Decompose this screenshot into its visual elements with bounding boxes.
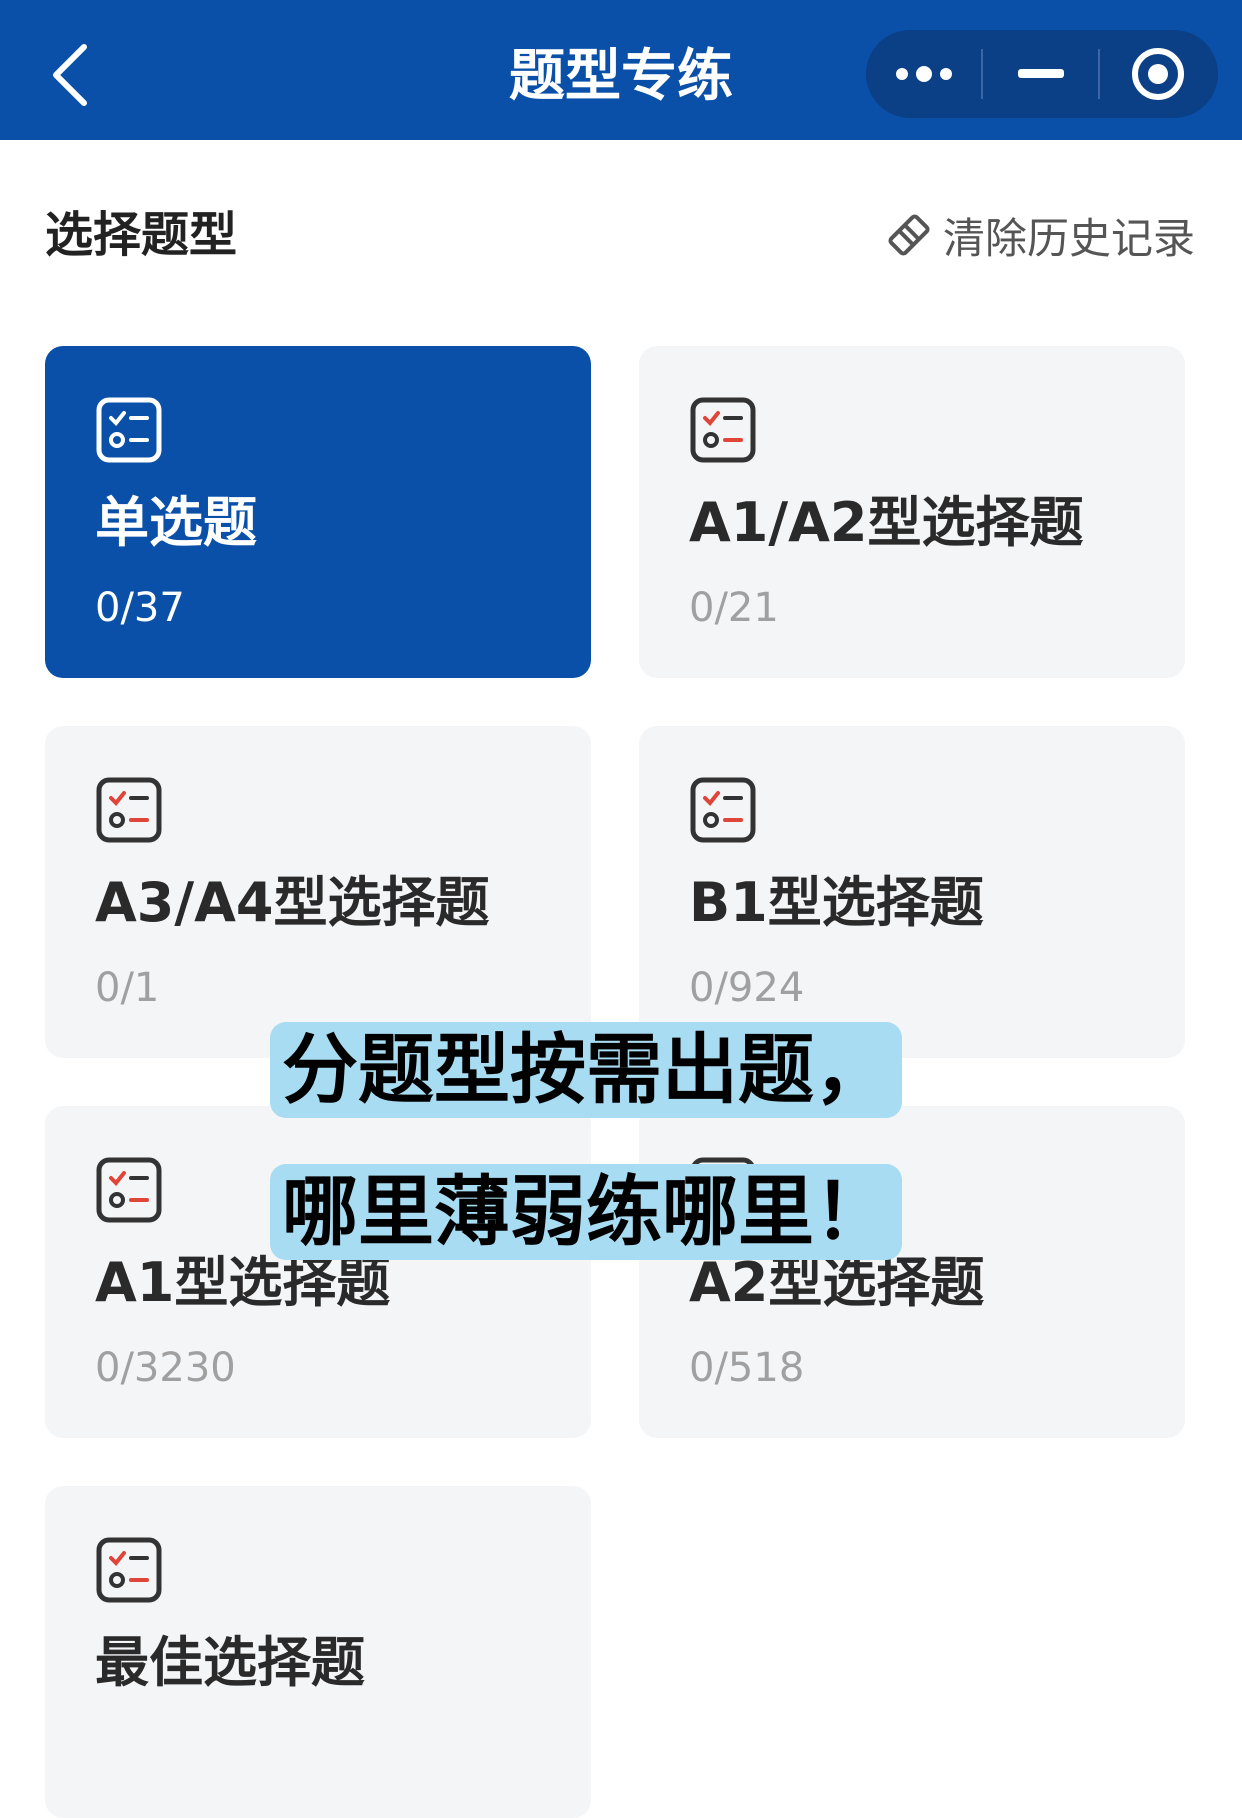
card-title: B1型选择题 <box>689 871 984 934</box>
more-button[interactable] <box>866 30 981 118</box>
card-title: 单选题 <box>95 491 257 554</box>
section-header: 选择题型 清除历史记录 <box>45 200 1195 270</box>
card-progress-count: 0/3230 <box>95 1345 236 1391</box>
checklist-icon <box>690 397 756 463</box>
question-type-card-single-choice[interactable]: 单选题 0/37 <box>45 346 591 678</box>
top-navigation-bar: 题型专练 <box>0 0 1242 140</box>
card-title: A3/A4型选择题 <box>95 871 490 934</box>
card-progress-count: 0/518 <box>689 1345 805 1391</box>
card-title: A1/A2型选择题 <box>689 491 1084 554</box>
minimize-button[interactable] <box>983 30 1098 118</box>
clear-history-label: 清除历史记录 <box>942 213 1195 263</box>
promo-caption-line-1: 分题型按需出题， <box>270 1022 902 1118</box>
card-progress-count: 0/924 <box>689 965 805 1011</box>
checklist-icon <box>690 777 756 843</box>
card-progress-count: 0/21 <box>689 585 779 631</box>
close-target-icon <box>1131 48 1184 100</box>
checklist-icon <box>96 397 162 463</box>
card-title: 最佳选择题 <box>95 1631 365 1694</box>
card-progress-count: 0/1 <box>95 965 160 1011</box>
question-type-card-a2[interactable]: A2型选择题 0/518 <box>639 1106 1185 1438</box>
checklist-icon <box>96 777 162 843</box>
promo-caption-line-2: 哪里薄弱练哪里！ <box>270 1164 902 1260</box>
question-type-card-a3-a4[interactable]: A3/A4型选择题 0/1 <box>45 726 591 1058</box>
clear-history-button[interactable]: 清除历史记录 <box>885 200 1195 270</box>
eraser-icon <box>888 214 930 256</box>
question-type-card-a1-a2[interactable]: A1/A2型选择题 0/21 <box>639 346 1185 678</box>
question-type-card-best-choice[interactable]: 最佳选择题 <box>45 1486 591 1818</box>
question-type-card-b1[interactable]: B1型选择题 0/924 <box>639 726 1185 1058</box>
section-title: 选择题型 <box>45 207 238 263</box>
mini-program-capsule <box>866 30 1218 118</box>
minimize-icon <box>1017 69 1064 78</box>
checklist-icon <box>96 1157 162 1223</box>
checklist-icon <box>96 1537 162 1603</box>
close-button[interactable] <box>1100 30 1215 118</box>
card-progress-count: 0/37 <box>95 585 185 631</box>
more-dots-icon <box>895 66 952 82</box>
question-type-card-a1[interactable]: A1型选择题 0/3230 <box>45 1106 591 1438</box>
